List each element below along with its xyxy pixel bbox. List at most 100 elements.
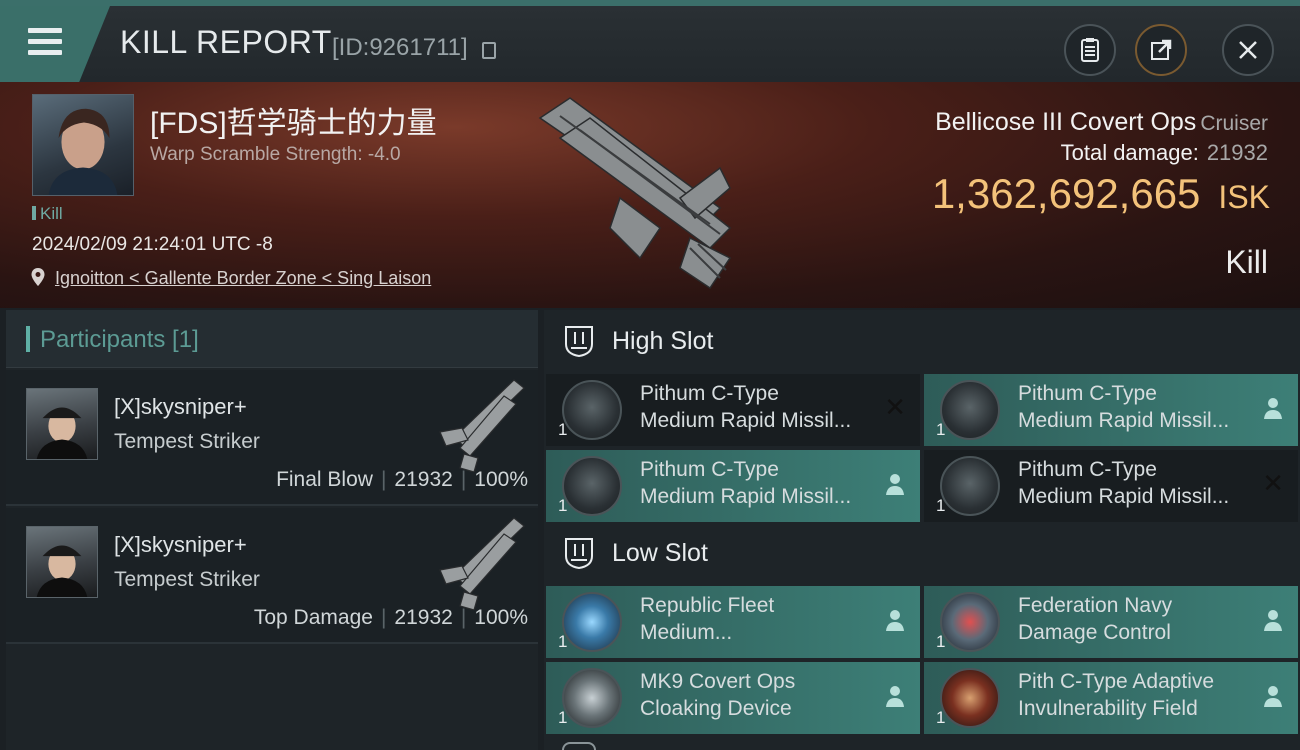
module-name: Pithum C-Type Medium Rapid Missil...	[640, 382, 852, 432]
total-damage-label: Total damage:	[1060, 140, 1199, 165]
participant-name[interactable]: [X]skysniper+	[114, 394, 247, 420]
clipboard-button[interactable]	[1064, 24, 1116, 76]
energy-icon	[562, 592, 622, 652]
module-item[interactable]: 1 Pithum C-Type Medium Rapid Missil...	[546, 450, 920, 522]
module-name: Pithum C-Type Medium Rapid Missil...	[1018, 382, 1230, 432]
module-quantity: 1	[558, 420, 568, 439]
module-quantity: 1	[936, 496, 946, 515]
participants-label: Participants [1]	[40, 326, 199, 353]
missile-launcher-icon	[940, 380, 1000, 440]
destroyed-icon: ✕	[1262, 468, 1284, 498]
kill-tag: Kill	[32, 204, 63, 224]
menu-button[interactable]	[0, 6, 110, 82]
next-slot-header-icon	[562, 742, 596, 750]
module-name: Republic Fleet Medium...	[640, 594, 775, 644]
shield-hardener-icon	[940, 668, 1000, 728]
high-slot-title: High Slot	[612, 327, 714, 355]
share-button[interactable]	[1135, 24, 1187, 76]
participant-ship: Tempest Striker	[114, 430, 260, 453]
ship-name[interactable]: Bellicose III Covert Ops	[935, 108, 1196, 136]
report-id: [ID:9261711]	[332, 34, 468, 61]
kill-summary: [FDS]哲学骑士的力量 Warp Scramble Strength: -4.…	[0, 82, 1300, 308]
participant-damage: 21932	[394, 468, 453, 491]
low-slot-icon	[565, 538, 593, 570]
close-button[interactable]	[1222, 24, 1274, 76]
participant-row[interactable]: [X]skysniper+ Tempest Striker Top Damage…	[6, 508, 538, 644]
module-name: Pithum C-Type Medium Rapid Missil...	[1018, 458, 1230, 508]
clipboard-icon	[1081, 38, 1099, 62]
low-slot-header: Low Slot	[544, 522, 1300, 586]
participant-ship-icon	[439, 379, 525, 472]
module-quantity: 1	[558, 632, 568, 651]
module-item[interactable]: 1 Pithum C-Type Medium Rapid Missil... ✕	[546, 374, 920, 446]
module-item[interactable]: 1 Pithum C-Type Medium Rapid Missil...	[924, 374, 1298, 446]
participant-percent: 100%	[474, 468, 528, 491]
module-name: Pith C-Type Adaptive Invulnerability Fiel…	[1018, 670, 1215, 720]
module-quantity: 1	[936, 632, 946, 651]
isk-amount: 1,362,692,665	[931, 170, 1201, 217]
result-label: Kill	[1225, 244, 1268, 280]
warp-scramble-strength: Warp Scramble Strength: -4.0	[150, 144, 401, 165]
module-item[interactable]: 1 Pith C-Type Adaptive Invulnerability Fi…	[924, 662, 1298, 734]
close-icon	[1239, 41, 1257, 59]
ship-class: Cruiser	[1200, 112, 1268, 135]
high-slot-header: High Slot	[544, 310, 1300, 374]
total-damage-value: 21932	[1206, 140, 1268, 165]
cloaking-device-icon	[562, 668, 622, 728]
low-slot-grid: 1 Republic Fleet Medium... 1 Federation N…	[544, 586, 1300, 734]
participant-stats: Top Damage | 21932 | 100%	[253, 606, 528, 629]
total-damage: Total damage: 21932	[1061, 140, 1268, 166]
dropped-person-icon	[886, 686, 904, 707]
dropped-person-icon	[1264, 398, 1282, 419]
top-bar: KILL REPORT [ID:9261711]	[0, 0, 1300, 82]
page-title: KILL REPORT	[120, 24, 332, 60]
dropped-person-icon	[1264, 610, 1282, 631]
participant-ship-icon	[439, 517, 525, 610]
participant-role: Final Blow	[276, 468, 373, 491]
destroyed-icon: ✕	[884, 392, 906, 422]
high-slot-icon	[565, 326, 593, 358]
location-pin-icon	[31, 268, 45, 286]
share-icon	[1151, 39, 1172, 60]
copy-icon[interactable]	[482, 42, 496, 59]
module-name: MK9 Covert Ops Cloaking Device	[640, 670, 796, 720]
participant-row[interactable]: [X]skysniper+ Tempest Striker Final Blow…	[6, 370, 538, 506]
participant-name[interactable]: [X]skysniper+	[114, 532, 247, 558]
ship-type: Bellicose III Covert Ops Cruiser	[935, 108, 1268, 137]
module-item[interactable]: 1 Pithum C-Type Medium Rapid Missil... ✕	[924, 450, 1298, 522]
module-item[interactable]: 1 MK9 Covert Ops Cloaking Device	[546, 662, 920, 734]
isk-value: 1,362,692,665 ISK	[932, 170, 1270, 218]
fitting-panel: High Slot 1 Pithum C-Type Medium Rapid Mi…	[544, 310, 1300, 750]
ship-render	[538, 97, 732, 290]
missile-launcher-icon	[562, 380, 622, 440]
module-name: Pithum C-Type Medium Rapid Missil...	[640, 458, 852, 508]
location-link[interactable]: Ignoitton < Gallente Border Zone < Sing …	[55, 268, 431, 289]
kill-datetime: 2024/02/09 21:24:01 UTC -8	[32, 234, 273, 255]
participant-avatar[interactable]	[26, 388, 98, 460]
damage-control-icon	[940, 592, 1000, 652]
participant-damage: 21932	[394, 606, 453, 629]
participants-header: Participants [1]	[6, 310, 538, 368]
victim-avatar[interactable]	[32, 94, 134, 196]
missile-launcher-icon	[940, 456, 1000, 516]
module-item[interactable]: 1 Federation Navy Damage Control	[924, 586, 1298, 658]
dropped-person-icon	[1264, 686, 1282, 707]
participant-percent: 100%	[474, 606, 528, 629]
dropped-person-icon	[886, 474, 904, 495]
participant-ship: Tempest Striker	[114, 568, 260, 591]
victim-name[interactable]: [FDS]哲学骑士的力量	[150, 98, 437, 142]
participant-avatar[interactable]	[26, 526, 98, 598]
low-slot-title: Low Slot	[612, 539, 708, 567]
isk-unit: ISK	[1218, 179, 1270, 215]
missile-launcher-icon	[562, 456, 622, 516]
module-item[interactable]: 1 Republic Fleet Medium...	[546, 586, 920, 658]
module-quantity: 1	[936, 708, 946, 727]
dropped-person-icon	[886, 610, 904, 631]
module-quantity: 1	[558, 708, 568, 727]
participant-stats: Final Blow | 21932 | 100%	[276, 468, 528, 491]
menu-icon	[28, 28, 62, 55]
module-quantity: 1	[558, 496, 568, 515]
participant-role: Top Damage	[253, 606, 373, 629]
module-quantity: 1	[936, 420, 946, 439]
high-slot-grid: 1 Pithum C-Type Medium Rapid Missil... ✕ …	[544, 374, 1300, 522]
